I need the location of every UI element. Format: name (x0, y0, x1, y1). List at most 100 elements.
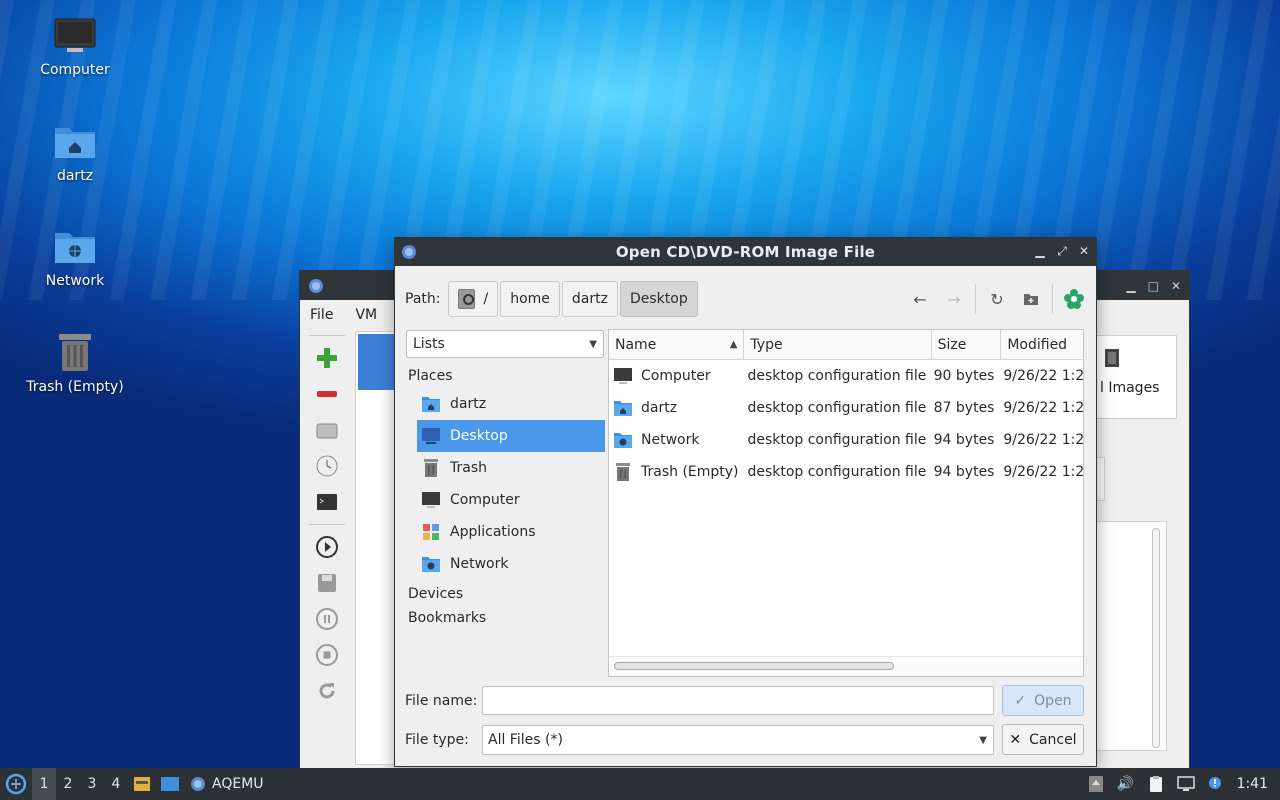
workspace-4[interactable]: 4 (104, 768, 128, 800)
open-button-label: Open (1034, 692, 1072, 709)
cancel-button[interactable]: ✕ Cancel (1002, 724, 1084, 755)
section-places[interactable]: Places (406, 364, 606, 388)
crumb-home[interactable]: home (500, 281, 560, 317)
chevron-down-icon: ▼ (979, 734, 987, 746)
column-name[interactable]: Name ▲ (609, 330, 745, 360)
nav-separator (1052, 284, 1053, 314)
notification-button[interactable] (1201, 768, 1231, 800)
workspace-2[interactable]: 2 (56, 768, 80, 800)
place-network[interactable]: Network (406, 548, 606, 580)
crumb-dartz[interactable]: dartz (561, 281, 618, 317)
cancel-button-label: Cancel (1029, 731, 1077, 748)
minimize-icon[interactable]: ▁ (1034, 244, 1046, 258)
desktop-icon-trash[interactable]: Trash (Empty) (15, 331, 135, 395)
column-label: Size (937, 337, 967, 353)
file-row[interactable]: dartz desktop configuration file 87 byte… (609, 392, 1083, 424)
file-list-header: Name ▲ Type Size Modified (609, 330, 1083, 360)
workspace-1[interactable]: 1 (32, 768, 56, 800)
show-desktop-launcher[interactable] (156, 768, 184, 800)
clock-button[interactable] (312, 448, 342, 484)
chevron-down-icon: ▼ (589, 338, 597, 350)
new-folder-button[interactable] (1014, 283, 1048, 315)
place-trash[interactable]: Trash (406, 452, 606, 484)
aqemu-app-icon (191, 777, 205, 791)
path-bar: Path: / home dartz Desktop ← → ↻ (405, 281, 1091, 317)
reload-button[interactable]: ↻ (980, 283, 1014, 315)
file-size: 87 bytes (933, 400, 995, 416)
stop-vm-button[interactable] (312, 637, 342, 673)
file-list-view[interactable]: Name ▲ Type Size Modified Computer deskt… (608, 329, 1084, 677)
column-type[interactable]: Type (744, 330, 932, 360)
side-pane-mode-select[interactable]: Lists ▼ (406, 330, 604, 358)
desktop-icon-label: dartz (56, 168, 94, 184)
column-label: Name (615, 337, 657, 353)
file-row[interactable]: Trash (Empty) desktop configuration file… (609, 456, 1083, 488)
plus-icon (317, 348, 337, 368)
reset-vm-button[interactable] (312, 673, 342, 709)
file-manager-launcher[interactable] (128, 768, 156, 800)
terminal-button[interactable] (312, 484, 342, 520)
place-dartz[interactable]: dartz (406, 388, 606, 420)
place-label: dartz (450, 396, 487, 412)
aqemu-app-icon (309, 278, 323, 293)
desktop-icon-computer[interactable]: Computer (15, 16, 135, 78)
close-icon[interactable]: ✕ (1171, 279, 1181, 293)
minimize-icon[interactable]: ▁ (1126, 279, 1135, 293)
workspace-3[interactable]: 3 (80, 768, 104, 800)
horizontal-scrollbar[interactable] (614, 662, 894, 670)
image-panel: l Images (1095, 335, 1177, 419)
aqemu-window-controls: ▁ □ ✕ (1126, 279, 1181, 293)
arrow-right-icon: → (947, 289, 961, 309)
column-modified[interactable]: Modified (1001, 330, 1083, 360)
place-desktop[interactable]: Desktop (417, 420, 605, 452)
side-list (1095, 521, 1167, 751)
notification-icon (1208, 777, 1221, 789)
sidebar-toggle-button[interactable] (1057, 283, 1091, 315)
trash-icon (421, 458, 441, 478)
forward-button[interactable]: → (937, 283, 971, 315)
play-icon (316, 536, 338, 558)
file-type-select[interactable]: All Files (*) ▼ (482, 725, 994, 755)
maximize-icon[interactable]: □ (1148, 279, 1159, 293)
place-computer[interactable]: Computer (406, 484, 606, 516)
menu-file[interactable]: File (310, 307, 333, 323)
windows-vm-icon[interactable] (358, 334, 394, 390)
desktop-icon-network[interactable]: Network (15, 227, 135, 289)
vm-list[interactable] (355, 331, 395, 765)
back-button[interactable]: ← (903, 283, 937, 315)
crumb-label: / (483, 291, 489, 307)
start-menu-button[interactable] (0, 768, 32, 800)
clock[interactable]: 1:41 (1231, 776, 1280, 792)
drive-button[interactable] (312, 412, 342, 448)
save-vm-button[interactable] (312, 565, 342, 601)
taskbar: 1 2 3 4 AQEMU 🔊 1:41 (0, 768, 1280, 800)
clipboard-button[interactable] (1141, 768, 1171, 800)
start-vm-button[interactable] (312, 529, 342, 565)
volume-button[interactable]: 🔊 (1111, 768, 1141, 800)
close-icon[interactable]: ✕ (1078, 244, 1090, 258)
open-button[interactable]: ✓ Open (1002, 685, 1084, 716)
section-bookmarks[interactable]: Bookmarks (406, 606, 606, 630)
task-aqemu[interactable]: AQEMU (184, 768, 270, 800)
file-name-input[interactable] (482, 686, 994, 715)
add-vm-button[interactable] (312, 340, 342, 376)
maximize-icon[interactable]: ⤢ (1056, 244, 1068, 258)
section-devices[interactable]: Devices (406, 582, 606, 606)
desktop-icon-dartz[interactable]: dartz (15, 122, 135, 184)
crumb-desktop[interactable]: Desktop (619, 281, 698, 317)
place-applications[interactable]: Applications (406, 516, 606, 548)
vertical-scrollbar[interactable] (1152, 528, 1160, 748)
network-folder-icon (613, 430, 633, 450)
pause-vm-button[interactable] (312, 601, 342, 637)
delete-vm-button[interactable] (312, 376, 342, 412)
eject-button[interactable] (1081, 768, 1111, 800)
file-row[interactable]: Computer desktop configuration file 90 b… (609, 360, 1083, 392)
crumb-root[interactable]: / (448, 281, 499, 317)
trash-icon (613, 462, 633, 482)
column-size[interactable]: Size (932, 330, 1002, 360)
check-icon: ✓ (1014, 692, 1027, 709)
menu-vm[interactable]: VM (355, 307, 377, 323)
file-row[interactable]: Network desktop configuration file 94 by… (609, 424, 1083, 456)
network-button[interactable] (1171, 768, 1201, 800)
volume-icon: 🔊 (1116, 776, 1135, 792)
